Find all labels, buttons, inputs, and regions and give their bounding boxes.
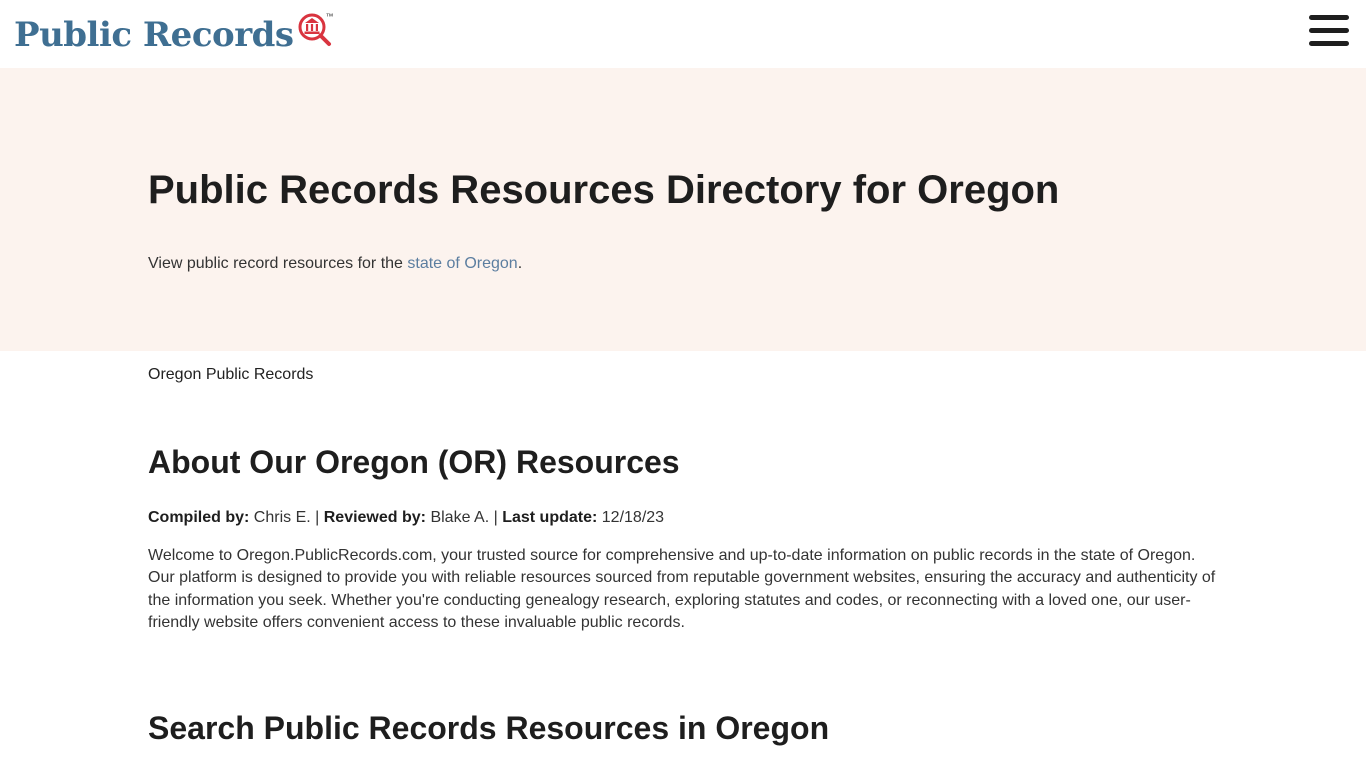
last-update-value: 12/18/23 (597, 509, 665, 526)
search-heading: Search Public Records Resources in Orego… (148, 710, 830, 746)
hero-description: View public record resources for the sta… (148, 253, 522, 275)
breadcrumb: Oregon Public Records (148, 366, 314, 383)
hero-description-period: . (517, 255, 523, 272)
author-meta: Compiled by: Chris E. | Reviewed by: Bla… (148, 507, 664, 529)
hero-description-text: View public record resources for the (148, 255, 408, 272)
site-logo[interactable]: Public Records ™ (14, 12, 334, 58)
magnifier-courthouse-icon: ™ (296, 12, 334, 52)
compiled-by-label: Compiled by: (148, 509, 250, 526)
intro-paragraph: Welcome to Oregon.PublicRecords.com, you… (148, 547, 1216, 631)
page-title: Public Records Resources Directory for O… (148, 168, 1060, 212)
logo-text: Public Records (14, 15, 294, 55)
menu-bar (1309, 15, 1349, 20)
menu-bar (1309, 41, 1349, 46)
compiled-by-value: Chris E. | (249, 509, 324, 526)
site-header: Public Records ™ (0, 0, 1366, 68)
trademark-symbol: ™ (325, 12, 334, 21)
menu-bar (1309, 28, 1349, 33)
reviewed-by-label: Reviewed by: (323, 509, 426, 526)
last-update-label: Last update: (502, 509, 598, 526)
hamburger-icon[interactable] (1309, 14, 1349, 48)
hero-banner: Public Records Resources Directory for O… (0, 68, 1366, 351)
state-of-oregon-link[interactable]: state of Oregon (407, 255, 517, 272)
about-heading: About Our Oregon (OR) Resources (148, 444, 680, 480)
reviewed-by-value: Blake A. | (426, 509, 503, 526)
